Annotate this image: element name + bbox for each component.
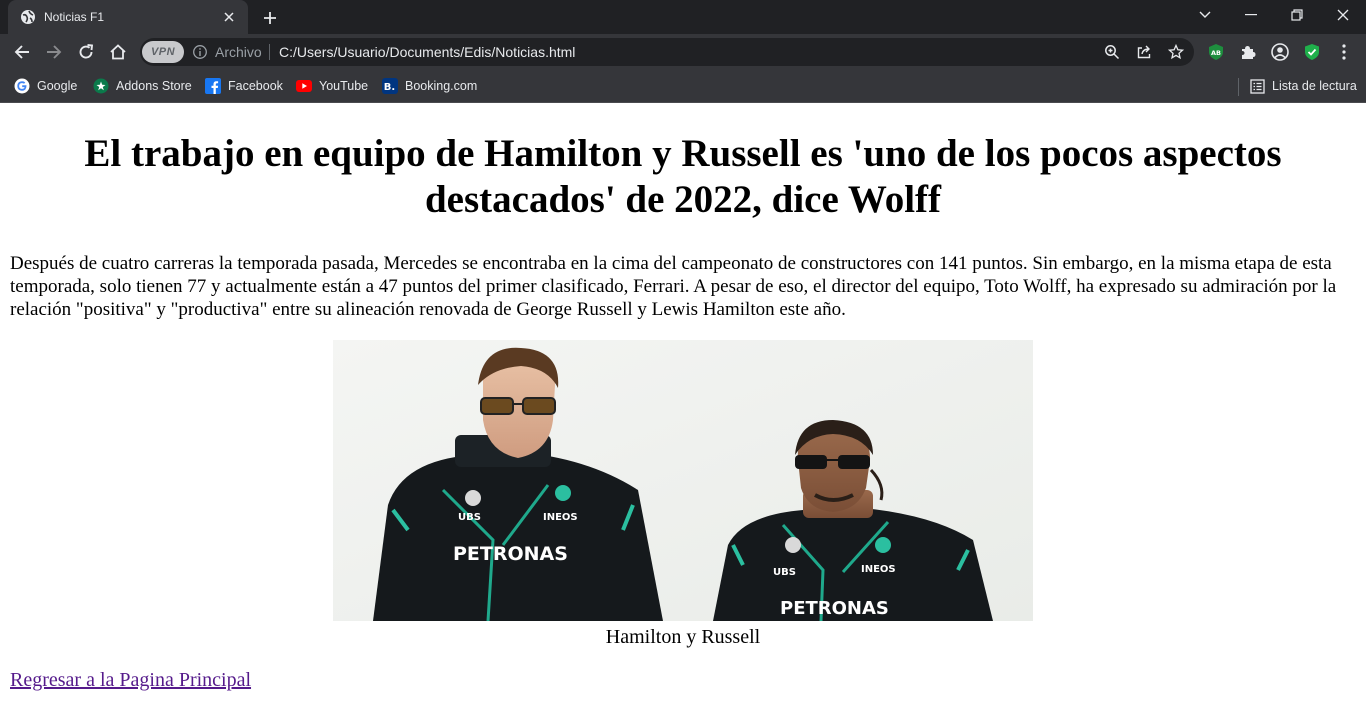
reading-list-label: Lista de lectura [1272,79,1357,93]
globe-icon [20,9,36,25]
address-separator [269,44,270,60]
article-headline: El trabajo en equipo de Hamilton y Russe… [84,132,1282,221]
bookmark-label: YouTube [319,79,369,93]
address-bar[interactable]: VPN Archivo C:/Users/Usuario/Documents/E… [140,38,1194,66]
page-content: El trabajo en equipo de Hamilton y Russe… [0,103,1366,728]
browser-titlebar: Noticias F1 [0,0,1366,34]
back-arrow-icon[interactable] [8,38,36,66]
youtube-icon [296,78,312,94]
google-icon [14,78,30,94]
forward-arrow-icon[interactable] [40,38,68,66]
restore-icon[interactable] [1274,0,1320,30]
close-window-icon[interactable] [1320,0,1366,30]
tab-title: Noticias F1 [44,10,105,24]
zoom-icon[interactable] [1102,42,1122,62]
back-to-home-link[interactable]: Regresar a la Pagina Principal [10,669,251,692]
sponsor-ubs-left: UBS [458,512,481,523]
address-scheme: Archivo [215,44,262,60]
bookmark-facebook[interactable]: Facebook [205,76,283,96]
minimize-icon[interactable] [1228,0,1274,30]
sponsor-ineos-right: INEOS [861,564,896,575]
menu-kebab-icon[interactable] [1330,38,1358,66]
info-icon[interactable] [192,44,208,60]
browser-tab[interactable]: Noticias F1 [8,0,248,34]
addons-store-icon [93,78,109,94]
new-tab-button[interactable] [259,7,281,29]
bookmark-label: Facebook [228,79,283,93]
bookmark-booking[interactable]: B. Booking.com [382,76,477,96]
share-icon[interactable] [1134,42,1154,62]
vpn-badge[interactable]: VPN [142,41,184,63]
close-icon[interactable] [220,8,238,26]
security-shield-icon[interactable] [1298,38,1326,66]
profile-avatar-icon[interactable] [1266,38,1294,66]
bookmark-label: Booking.com [405,79,478,93]
photo-caption: Hamilton y Russell [605,626,761,648]
address-url[interactable]: C:/Users/Usuario/Documents/Edis/Noticias… [279,44,575,60]
facebook-icon [205,78,221,94]
article-photo: UBS INEOS PETRONAS UBS INEOS PETRONAS [333,340,1033,622]
reading-list-icon [1249,78,1265,94]
bookmark-label: Addons Store [116,79,192,93]
reading-list-button[interactable]: Lista de lectura [1249,76,1357,96]
bookmark-star-icon[interactable] [1166,42,1186,62]
sponsor-ineos-left: INEOS [543,512,578,523]
bookmark-youtube[interactable]: YouTube [296,76,368,96]
browser-toolbar: VPN Archivo C:/Users/Usuario/Documents/E… [0,34,1366,70]
booking-icon: B. [382,78,398,94]
adblock-extension-icon[interactable]: AB [1202,38,1230,66]
bookmarks-separator [1238,78,1239,96]
bookmark-label: Google [37,79,78,93]
suit-text-right: PETRONAS [780,598,889,619]
article-body: Después de cuatro carreras la temporada … [10,253,1337,320]
bookmark-google[interactable]: Google [14,76,77,96]
svg-text:AB: AB [1211,49,1221,57]
suit-text-left: PETRONAS [453,543,568,565]
reload-icon[interactable] [72,38,100,66]
home-icon[interactable] [104,38,132,66]
extensions-puzzle-icon[interactable] [1234,38,1262,66]
bookmarks-bar: Google Addons Store Facebook YouTube B. … [0,70,1366,103]
tab-search-icon[interactable] [1182,0,1228,30]
svg-text:B.: B. [384,82,395,93]
sponsor-ubs-right: UBS [773,567,796,578]
bookmark-addons-store[interactable]: Addons Store [93,76,192,96]
